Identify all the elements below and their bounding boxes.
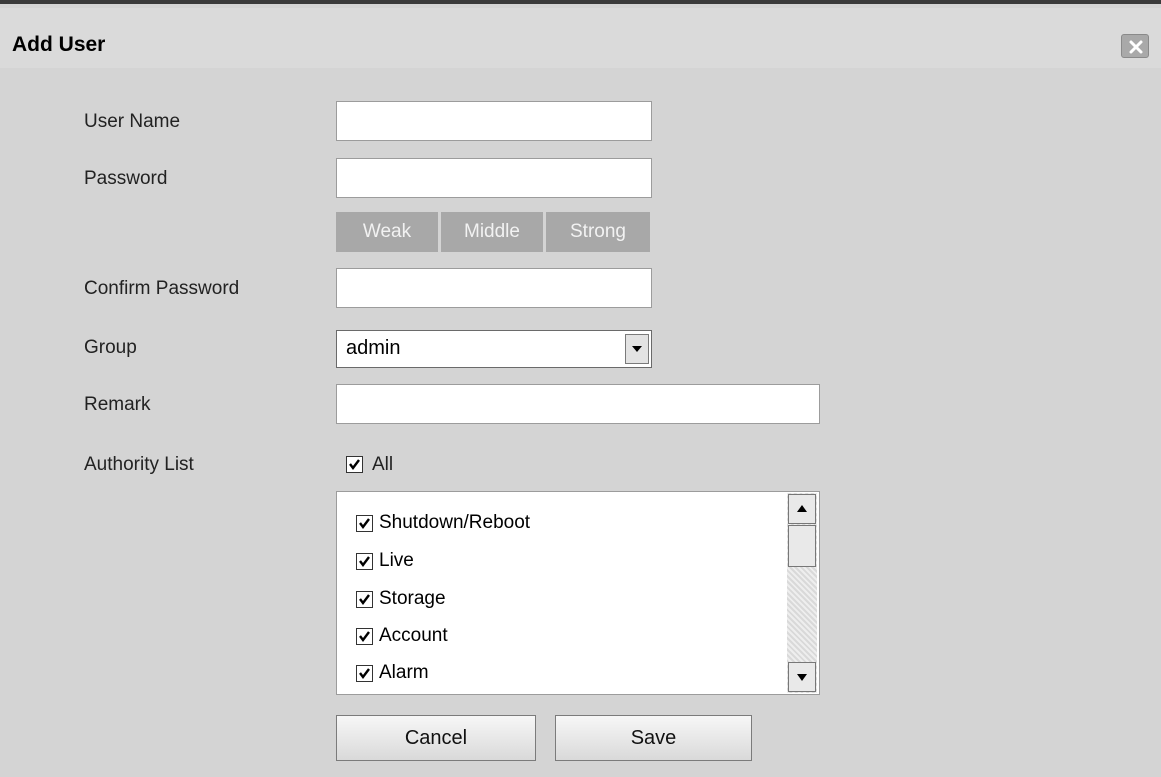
password-label: Password: [84, 168, 168, 189]
checkmark-icon: [359, 594, 370, 605]
group-label: Group: [84, 337, 137, 358]
password-input[interactable]: [336, 158, 652, 198]
chevron-down-icon: [632, 346, 642, 352]
chevron-up-icon: [797, 505, 807, 512]
checkmark-icon: [359, 631, 370, 642]
shutdown-reboot-checkbox[interactable]: [356, 515, 373, 532]
authority-list-label: Authority List: [84, 454, 194, 475]
chevron-down-icon: [797, 674, 807, 681]
close-icon: [1129, 40, 1143, 54]
add-user-dialog: Add User User Name Password Weak Middle …: [0, 0, 1161, 777]
storage-checkbox[interactable]: [356, 591, 373, 608]
group-select[interactable]: admin: [336, 330, 652, 368]
alarm-checkbox[interactable]: [356, 665, 373, 682]
user-name-label: User Name: [84, 111, 181, 132]
group-dropdown-button[interactable]: [625, 334, 649, 364]
all-checkbox-label: All: [372, 454, 394, 475]
checkmark-icon: [349, 459, 360, 470]
save-button[interactable]: Save: [555, 715, 752, 761]
remark-input[interactable]: [336, 384, 820, 424]
confirm-password-label: Confirm Password: [84, 278, 240, 299]
account-checkbox[interactable]: [356, 628, 373, 645]
authority-listbox[interactable]: Shutdown/Reboot Live Storage Account Ala…: [336, 491, 820, 695]
strength-weak: Weak: [336, 212, 438, 252]
list-item-label: Storage: [379, 588, 446, 609]
scroll-down-button[interactable]: [788, 662, 816, 692]
scroll-up-button[interactable]: [788, 494, 816, 524]
list-item-label: Shutdown/Reboot: [379, 512, 531, 533]
close-button[interactable]: [1121, 34, 1149, 58]
dialog-titlebar: Add User: [0, 8, 1161, 68]
live-checkbox[interactable]: [356, 553, 373, 570]
checkmark-icon: [359, 668, 370, 679]
strength-middle: Middle: [441, 212, 543, 252]
checkmark-icon: [359, 556, 370, 567]
vertical-scrollbar[interactable]: [787, 493, 817, 693]
remark-label: Remark: [84, 394, 151, 415]
confirm-password-input[interactable]: [336, 268, 652, 308]
list-item-label: Live: [379, 550, 414, 571]
strength-strong: Strong: [546, 212, 650, 252]
group-select-value: admin: [346, 337, 401, 359]
user-name-input[interactable]: [336, 101, 652, 141]
all-checkbox[interactable]: [346, 456, 363, 473]
checkmark-icon: [359, 518, 370, 529]
cancel-button[interactable]: Cancel: [336, 715, 536, 761]
scrollbar-thumb[interactable]: [788, 525, 816, 567]
list-item-label: Alarm: [379, 662, 429, 683]
dialog-title: Add User: [12, 33, 106, 56]
list-item-label: Account: [379, 625, 448, 646]
